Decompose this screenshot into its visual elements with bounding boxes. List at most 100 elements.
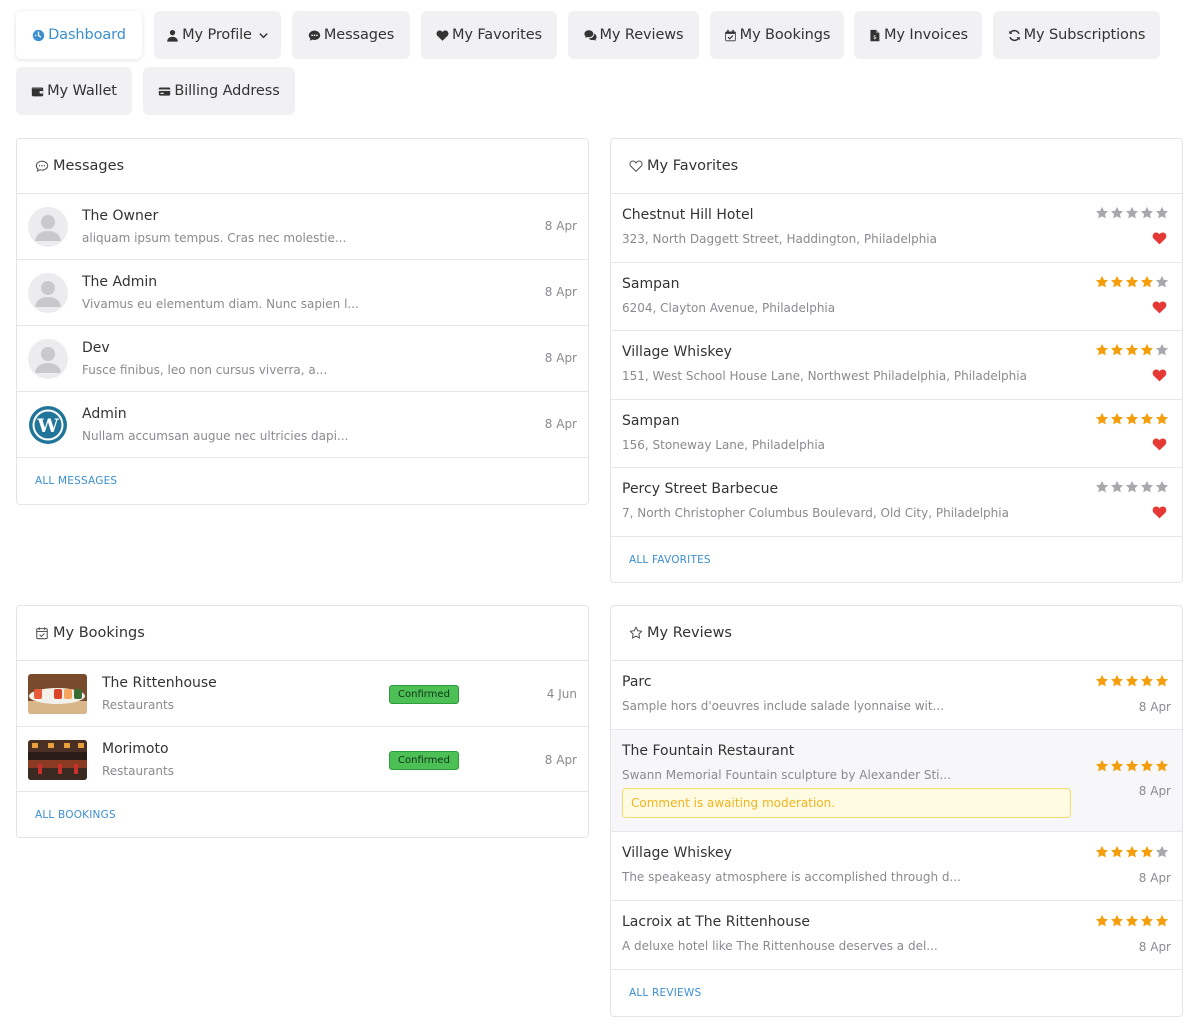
- star-filled-icon: [1125, 412, 1139, 424]
- star-rating: [1095, 412, 1169, 426]
- favorite-item[interactable]: Chestnut Hill Hotel 323, North Daggett St…: [611, 194, 1182, 263]
- refresh-icon: [1008, 29, 1020, 41]
- message-date: 8 Apr: [544, 351, 577, 365]
- nav-my-bookings-label: My Bookings: [739, 27, 831, 43]
- nav-billing-address[interactable]: Billing Address: [143, 67, 295, 115]
- booking-item[interactable]: Morimoto Restaurants Confirmed 8 Apr: [17, 727, 588, 792]
- nav-my-subscriptions[interactable]: My Subscriptions: [993, 11, 1160, 59]
- star-rating: [1095, 343, 1169, 357]
- message-date: 8 Apr: [544, 285, 577, 299]
- star-rating: [1095, 759, 1169, 773]
- favorite-item[interactable]: Sampan 156, Stoneway Lane, Philadelphia: [611, 400, 1182, 468]
- favorite-item[interactable]: Sampan 6204, Clayton Avenue, Philadelphia: [611, 263, 1182, 331]
- star-empty-icon: [1155, 845, 1169, 858]
- nav-my-favorites[interactable]: My Favorites: [421, 11, 557, 59]
- default-avatar: [28, 273, 68, 313]
- nav-my-profile[interactable]: My Profile: [154, 11, 281, 59]
- all-bookings-link[interactable]: ALL BOOKINGS: [17, 792, 588, 838]
- nav-my-subscriptions-label: My Subscriptions: [1023, 27, 1146, 43]
- messages-card-title: Messages: [53, 158, 125, 174]
- star-filled-icon: [1155, 674, 1169, 687]
- star-filled-icon: [1155, 914, 1169, 927]
- heart-icon: [436, 29, 449, 41]
- svg-text:W: W: [36, 415, 59, 437]
- star-empty-icon: [1155, 275, 1169, 287]
- nav-messages[interactable]: Messages: [292, 11, 410, 59]
- booking-date: 8 Apr: [544, 752, 577, 767]
- nav-my-bookings[interactable]: My Bookings: [710, 11, 844, 59]
- message-item[interactable]: W Admin Nullam accumsan augue nec ultric…: [17, 392, 588, 458]
- favorite-item[interactable]: Village Whiskey 151, West School House La…: [611, 331, 1182, 400]
- booking-category: Restaurants: [102, 698, 174, 712]
- review-item[interactable]: Lacroix at The Rittenhouse A deluxe hotel…: [611, 901, 1182, 970]
- message-date: 8 Apr: [544, 219, 577, 233]
- star-empty-icon: [1140, 206, 1154, 219]
- review-item[interactable]: Parc Sample hors d'oeuvres include salade…: [611, 661, 1182, 730]
- star-filled-icon: [1110, 759, 1124, 772]
- review-title: Village Whiskey: [622, 845, 732, 861]
- heart-icon[interactable]: [1152, 231, 1167, 245]
- message-preview: aliquam ipsum tempus. Cras nec molestie.…: [82, 231, 347, 245]
- favorite-title: Chestnut Hill Hotel: [622, 207, 754, 223]
- star-filled-icon: [1140, 914, 1154, 927]
- nav-my-invoices[interactable]: $ My Invoices: [854, 11, 982, 59]
- all-reviews-link[interactable]: ALL REVIEWS: [611, 970, 1182, 1016]
- comment-outline-icon: [35, 160, 49, 172]
- message-item[interactable]: The Owner aliquam ipsum tempus. Cras nec…: [17, 194, 588, 260]
- bookings-card-title: My Bookings: [53, 625, 145, 641]
- heart-icon[interactable]: [1152, 437, 1167, 451]
- calendar-check-outline-icon: [36, 627, 48, 640]
- star-empty-icon: [1110, 480, 1124, 493]
- favorite-address: 7, North Christopher Columbus Boulevard,…: [622, 506, 1009, 520]
- star-rating: [1095, 206, 1169, 220]
- heart-icon[interactable]: [1152, 505, 1167, 519]
- nav-dashboard[interactable]: Dashboard: [16, 11, 142, 59]
- comment-icon: [308, 30, 321, 41]
- star-rating: [1095, 845, 1169, 859]
- status-badge: Confirmed: [389, 750, 459, 770]
- all-favorites-link[interactable]: ALL FAVORITES: [611, 537, 1182, 583]
- favorite-item[interactable]: Percy Street Barbecue 7, North Christophe…: [611, 468, 1182, 537]
- dashboard-icon: [32, 29, 45, 41]
- booking-title: Morimoto: [102, 740, 169, 757]
- review-date: 8 Apr: [1138, 940, 1171, 954]
- message-preview: Nullam accumsan augue nec ultricies dapi…: [82, 429, 349, 443]
- booking-item[interactable]: The Rittenhouse Restaurants Confirmed 4 …: [17, 661, 588, 727]
- star-filled-icon: [1140, 412, 1154, 424]
- nav-my-wallet[interactable]: My Wallet: [16, 67, 132, 115]
- moderation-notice: Comment is awaiting moderation.: [622, 788, 1071, 818]
- star-filled-icon: [1155, 412, 1169, 424]
- review-item[interactable]: Village Whiskey The speakeasy atmosphere …: [611, 832, 1182, 901]
- favorite-address: 156, Stoneway Lane, Philadelphia: [622, 437, 826, 452]
- all-messages-link[interactable]: ALL MESSAGES: [17, 458, 588, 504]
- nav-my-favorites-label: My Favorites: [452, 27, 542, 43]
- favorite-address: 151, West School House Lane, Northwest P…: [622, 369, 1027, 383]
- review-excerpt: The speakeasy atmosphere is accomplished…: [622, 870, 961, 884]
- review-excerpt: A deluxe hotel like The Rittenhouse dese…: [622, 939, 938, 953]
- default-avatar: [28, 207, 68, 247]
- star-filled-icon: [1140, 343, 1154, 356]
- star-filled-icon: [1140, 845, 1154, 858]
- comments-icon: [583, 29, 597, 41]
- star-empty-icon: [1095, 480, 1109, 493]
- message-date: 8 Apr: [544, 417, 577, 431]
- favorites-card-header: My Favorites: [611, 139, 1182, 194]
- heart-icon[interactable]: [1152, 368, 1167, 382]
- favorite-title: Sampan: [622, 275, 680, 292]
- review-item[interactable]: The Fountain Restaurant Swann Memorial Fo…: [611, 730, 1182, 832]
- message-sender: Admin: [82, 406, 127, 422]
- star-filled-icon: [1095, 275, 1109, 287]
- star-filled-icon: [1095, 759, 1109, 772]
- message-item[interactable]: The Admin Vivamus eu elementum diam. Nun…: [17, 260, 588, 326]
- star-empty-icon: [1110, 206, 1124, 219]
- heart-icon[interactable]: [1152, 300, 1167, 314]
- nav-my-profile-label: My Profile: [182, 27, 252, 43]
- message-item[interactable]: Dev Fusce finibus, leo non cursus viverr…: [17, 326, 588, 392]
- star-filled-icon: [1095, 845, 1109, 858]
- heart-outline-icon: [629, 160, 643, 172]
- nav-my-reviews[interactable]: My Reviews: [568, 11, 699, 59]
- star-filled-icon: [1155, 759, 1169, 772]
- review-excerpt: Swann Memorial Fountain sculpture by Ale…: [622, 768, 951, 782]
- nav-my-invoices-label: My Invoices: [884, 27, 968, 43]
- star-rating: [1095, 914, 1169, 928]
